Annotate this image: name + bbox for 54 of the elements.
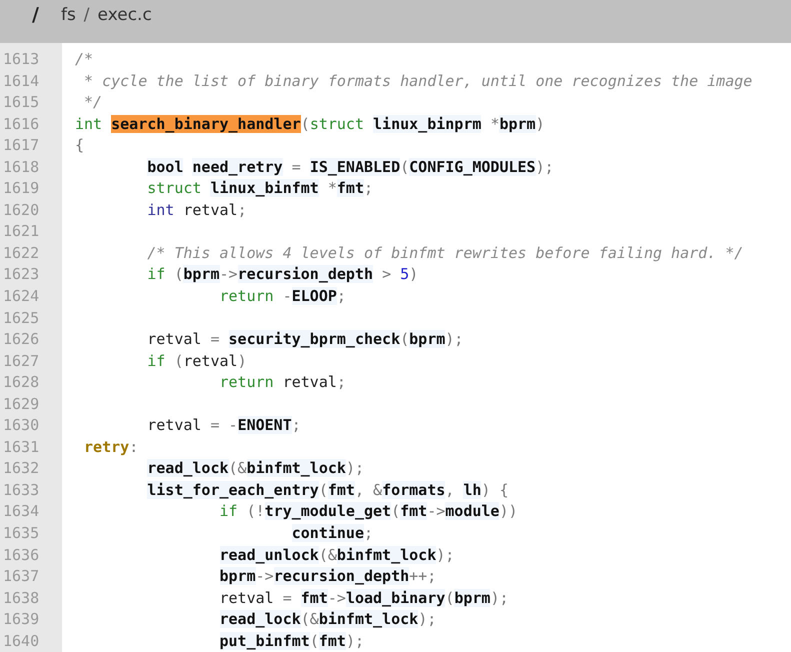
- line-number: 1628: [2, 372, 40, 394]
- line-number: 1639: [2, 609, 40, 630]
- line-number: 1618: [2, 156, 40, 178]
- code-line: read_lock(&binfmt_lock);: [146, 458, 364, 480]
- line-number: 1620: [2, 200, 40, 221]
- line-number: 1613: [2, 49, 40, 70]
- code-line: /*: [74, 49, 94, 70]
- file-name: exec.c: [98, 5, 152, 25]
- line-number: 1615: [2, 92, 40, 114]
- line-number: 1630: [2, 415, 40, 436]
- code-line: read_unlock(&binfmt_lock);: [218, 544, 454, 566]
- line-number: 1626: [2, 329, 40, 350]
- code-line: if (!try_module_get(fmt->module)): [218, 501, 518, 522]
- line-number: 1616: [2, 114, 40, 135]
- code-line: int search_binary_handler(struct linux_binprm *bprm): [74, 114, 545, 135]
- line-number: 1632: [2, 458, 40, 480]
- code-line: read_lock(&binfmt_lock);: [218, 609, 436, 630]
- line-number: 1619: [2, 178, 40, 200]
- line-number: 1637: [2, 566, 40, 588]
- code-line: */: [83, 92, 102, 114]
- line-number: 1617: [2, 135, 40, 156]
- code-line: bool need_retry = IS_ENABLED(CONFIG_MODULES);: [146, 156, 554, 178]
- code-line: retval = -ENOENT;: [146, 415, 301, 436]
- line-number: 1633: [2, 480, 40, 501]
- code-line: if (bprm->recursion_depth > 5): [146, 264, 418, 286]
- code-line: retry:: [83, 436, 138, 458]
- line-number: 1631: [2, 436, 40, 458]
- code-line: return retval;: [218, 372, 346, 394]
- code-line: * cycle the list of binary formats handler, until one recognizes the image: [83, 70, 752, 92]
- code-line: list_for_each_entry(fmt, &formats, lh) {: [146, 480, 508, 501]
- line-number: 1621: [2, 221, 40, 242]
- code-line: return -ELOOP;: [218, 286, 346, 308]
- code-line: struct linux_binfmt *fmt;: [146, 178, 374, 200]
- folder-link[interactable]: fs: [60, 5, 76, 25]
- line-number: 1622: [2, 242, 40, 264]
- path-separator: /: [84, 5, 90, 25]
- line-number: 1640: [2, 630, 40, 652]
- code-line: {: [74, 135, 84, 156]
- line-number: 1625: [2, 308, 40, 329]
- line-number: 1627: [2, 350, 40, 372]
- code-line: /* This allows 4 levels of binfmt rewrites before failing hard. */: [146, 242, 744, 264]
- line-number: 1634: [2, 501, 40, 522]
- line-number: 1629: [2, 394, 40, 415]
- code-line: retval = security_bprm_check(bprm);: [146, 329, 464, 350]
- line-number: 1635: [2, 523, 40, 544]
- code-line: int retval;: [146, 200, 247, 221]
- root-link[interactable]: /: [32, 4, 39, 26]
- line-number: 1636: [2, 544, 40, 566]
- line-number: 1624: [2, 286, 40, 308]
- line-number: 1614: [2, 70, 40, 92]
- code-line: if (retval): [146, 350, 247, 372]
- line-number: 1623: [2, 264, 40, 286]
- code-line: retval = fmt->load_binary(bprm);: [218, 588, 508, 609]
- line-number: 1638: [2, 588, 40, 609]
